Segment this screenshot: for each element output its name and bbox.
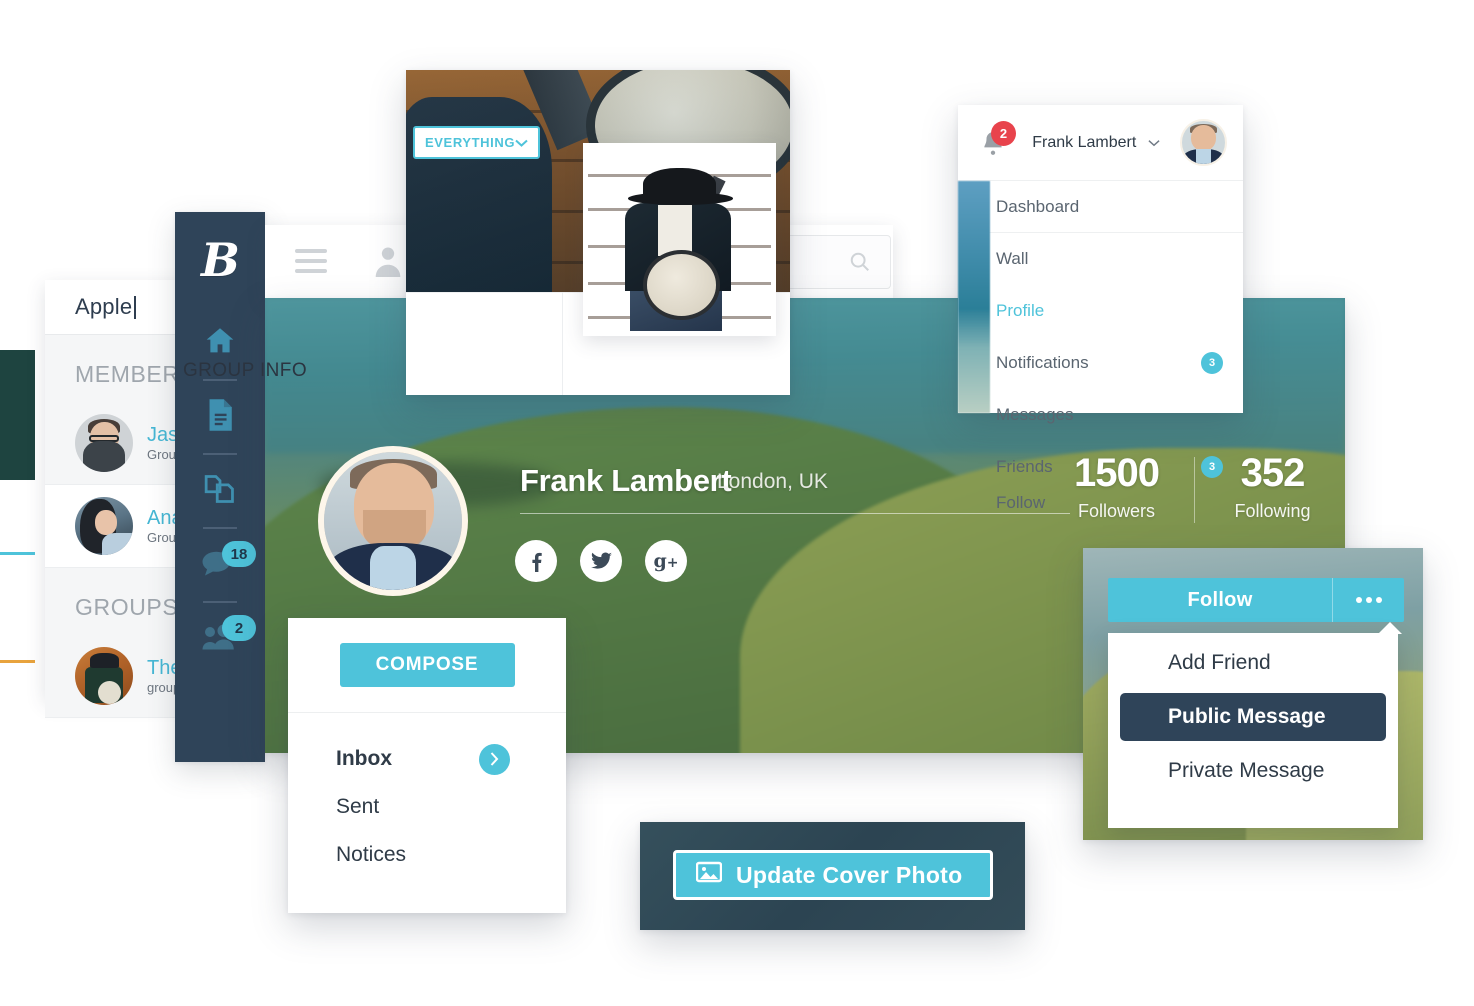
menu-item-friends[interactable]: Friends 3 <box>958 441 1243 493</box>
sidebar-item-groups[interactable]: 2 <box>175 603 265 675</box>
update-cover-photo-card: Update Cover Photo <box>640 822 1025 930</box>
green-accent-block <box>0 350 35 480</box>
follow-card: Follow Add Friend Public Message Private… <box>1083 548 1423 840</box>
notifications-badge: 3 <box>1201 352 1223 374</box>
search-input[interactable] <box>786 235 891 289</box>
messages-nav-list: Inbox Sent Notices <box>288 713 566 879</box>
menu-item-follow[interactable]: Follow <box>958 493 1243 513</box>
home-icon <box>203 324 237 363</box>
menu-item-label: Profile <box>996 301 1045 320</box>
compose-button[interactable]: COMPOSE <box>339 643 515 687</box>
bell-icon[interactable]: 2 <box>980 120 1016 156</box>
nav-item-inbox[interactable]: Inbox <box>288 735 566 783</box>
chevron-down-icon <box>515 135 528 150</box>
groups-badge: 2 <box>222 615 256 641</box>
user-icon[interactable] <box>373 245 403 277</box>
image-icon <box>695 861 723 889</box>
messages-badge: 18 <box>222 541 256 567</box>
right-white-filler <box>1345 298 1427 548</box>
group-photo-inset[interactable] <box>583 143 776 336</box>
avatar[interactable] <box>1180 119 1227 166</box>
compose-section: COMPOSE <box>288 618 566 713</box>
nav-item-label: Inbox <box>336 747 392 770</box>
everything-filter-dropdown[interactable]: EVERYTHING <box>413 126 540 159</box>
nav-item-sent[interactable]: Sent <box>288 783 566 831</box>
friends-badge: 3 <box>1201 456 1223 478</box>
follow-dropdown-menu: Add Friend Public Message Private Messag… <box>1108 622 1402 828</box>
menu-item-dashboard[interactable]: Dashboard <box>958 181 1243 233</box>
sidebar-item-messages[interactable]: 18 <box>175 529 265 601</box>
account-name: Frank Lambert <box>1012 134 1180 152</box>
pages-icon <box>202 472 238 511</box>
decorative-strip <box>958 181 990 413</box>
screenshot-root: Apple MEMBERS Jason Groups Ana Groups GR… <box>0 0 1474 1006</box>
nav-item-notices[interactable]: Notices <box>288 831 566 879</box>
menu-item-messages[interactable]: Messages <box>958 389 1243 441</box>
follow-button[interactable]: Follow <box>1108 589 1332 612</box>
menu-item-label: Messages <box>996 405 1074 424</box>
account-dropdown-header[interactable]: 2 Frank Lambert <box>958 105 1243 181</box>
page-title: Frank Lambert <box>520 463 732 498</box>
menu-item-label: Notifications <box>996 353 1089 372</box>
menu-item-label: Follow <box>996 493 1046 512</box>
menu-item-label: Private Message <box>1168 759 1325 782</box>
menu-item-label: Friends <box>996 457 1053 476</box>
account-name-label: Frank Lambert <box>1032 133 1137 151</box>
facebook-icon[interactable] <box>515 540 557 582</box>
profile-location: London, UK <box>717 470 828 493</box>
sidebar-item-documents[interactable] <box>175 381 265 453</box>
update-cover-photo-button[interactable]: Update Cover Photo <box>673 850 993 900</box>
chevron-down-icon[interactable] <box>1148 134 1160 152</box>
icon-sidebar: B 18 2 <box>175 212 265 762</box>
avatar <box>75 414 133 472</box>
everything-filter-label: EVERYTHING <box>425 135 516 150</box>
brand-logo-letter: B <box>201 232 240 287</box>
menu-item-label: Public Message <box>1168 705 1326 728</box>
avatar <box>75 497 133 555</box>
orange-accent-line <box>0 660 35 663</box>
search-input-value: Apple <box>75 294 133 319</box>
group-info-label: GROUP INFO <box>183 360 307 381</box>
menu-item-private-message[interactable]: Private Message <box>1120 747 1386 795</box>
menu-item-label: Add Friend <box>1168 651 1271 674</box>
twitter-icon[interactable] <box>580 540 622 582</box>
document-icon <box>204 398 236 437</box>
chevron-right-icon[interactable] <box>479 743 510 775</box>
menu-item-profile[interactable]: Profile <box>958 285 1243 337</box>
bell-badge: 2 <box>991 120 1016 146</box>
avatar[interactable] <box>318 446 468 596</box>
divider <box>562 292 563 395</box>
follow-button-group: Follow <box>1108 578 1404 622</box>
menu-item-label: Dashboard <box>996 196 1080 216</box>
divider <box>520 513 1070 514</box>
messages-card: COMPOSE Inbox Sent Notices <box>288 618 566 913</box>
avatar <box>75 647 133 705</box>
menu-item-add-friend[interactable]: Add Friend <box>1120 639 1386 687</box>
sidebar-item-pages[interactable] <box>175 455 265 527</box>
nav-item-label: Sent <box>336 795 380 818</box>
menu-item-public-message[interactable]: Public Message <box>1120 693 1386 741</box>
hamburger-icon[interactable] <box>295 249 327 273</box>
brand-logo[interactable]: B <box>175 212 265 307</box>
menu-item-wall[interactable]: Wall <box>958 233 1243 285</box>
cyan-accent-line <box>0 552 35 555</box>
menu-item-notifications[interactable]: Notifications 3 <box>958 337 1243 389</box>
nav-item-label: Notices <box>336 843 407 866</box>
account-dropdown-card: 2 Frank Lambert Dashboard Wall Profile N… <box>958 105 1243 512</box>
google-plus-icon[interactable]: g+ <box>645 540 687 582</box>
ellipsis-icon[interactable] <box>1332 578 1404 622</box>
update-cover-photo-label: Update Cover Photo <box>736 861 963 888</box>
dropdown-arrow <box>1378 622 1402 634</box>
menu-item-label: Wall <box>996 249 1029 268</box>
text-caret <box>134 295 136 319</box>
